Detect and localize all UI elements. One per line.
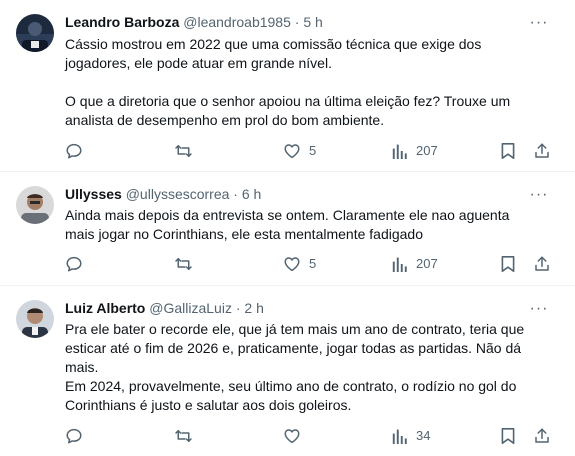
avatar[interactable] [16, 14, 54, 52]
reply-icon [65, 255, 83, 273]
tweet-text: Cássio mostrou em 2022 que uma comissão … [65, 35, 535, 130]
views-button[interactable]: 207 [392, 254, 438, 274]
tweet-actions: 5 207 [0, 141, 575, 161]
tweet-header: Luiz Alberto @GallizaLuiz · 2 h [65, 299, 264, 317]
tweet-text: Pra ele bater o recorde ele, que já tem … [65, 320, 535, 415]
more-icon[interactable]: ··· [529, 14, 549, 32]
views-button[interactable]: 207 [392, 141, 438, 161]
tweet-actions: 34 [0, 426, 575, 446]
more-icon[interactable]: ··· [529, 186, 549, 204]
views-count: 207 [416, 143, 438, 158]
views-icon [392, 142, 408, 160]
share-button[interactable] [533, 426, 551, 446]
display-name[interactable]: Leandro Barboza [65, 14, 179, 30]
share-icon [533, 427, 551, 445]
views-icon [392, 255, 408, 273]
timestamp[interactable]: 2 h [244, 300, 263, 316]
tweet-header: Ullysses @ullyssescorrea · 6 h [65, 185, 261, 203]
share-button[interactable] [533, 254, 551, 274]
tweet-paragraph: Cássio mostrou em 2022 que uma comissão … [65, 36, 482, 71]
like-count: 5 [309, 143, 317, 158]
timeline: Leandro Barboza @leandroab1985 · 5 h ···… [0, 0, 575, 456]
user-handle[interactable]: @leandroab1985 [183, 14, 291, 30]
display-name[interactable]: Ullysses [65, 186, 122, 202]
bookmark-icon [500, 142, 516, 160]
tweet-header: Leandro Barboza @leandroab1985 · 5 h [65, 13, 323, 31]
like-count: 5 [309, 256, 317, 271]
tweet[interactable]: Luiz Alberto @GallizaLuiz · 2 h ··· Pra … [0, 286, 575, 456]
tweet-actions: 5 207 [0, 254, 575, 274]
tweet-paragraph: Ainda mais depois da entrevista se ontem… [65, 207, 510, 242]
user-handle[interactable]: @GallizaLuiz [149, 300, 232, 316]
avatar[interactable] [16, 186, 54, 224]
tweet-paragraph: O que a diretoria que o senhor apoiou na… [65, 93, 511, 128]
like-button[interactable] [283, 426, 301, 446]
tweet[interactable]: Leandro Barboza @leandroab1985 · 5 h ···… [0, 0, 575, 172]
retweet-button[interactable] [174, 426, 193, 446]
separator-dot: · [233, 186, 238, 202]
retweet-button[interactable] [174, 254, 193, 274]
timestamp[interactable]: 5 h [303, 14, 322, 30]
share-button[interactable] [533, 141, 551, 161]
views-icon [392, 427, 408, 445]
reply-button[interactable] [65, 141, 83, 161]
bookmark-button[interactable] [500, 426, 516, 446]
bookmark-button[interactable] [500, 254, 516, 274]
user-handle[interactable]: @ullyssescorrea [126, 186, 230, 202]
reply-button[interactable] [65, 254, 83, 274]
like-button[interactable]: 5 [283, 254, 316, 274]
bookmark-icon [500, 255, 516, 273]
bookmark-icon [500, 427, 516, 445]
tweet[interactable]: Ullysses @ullyssescorrea · 6 h ··· Ainda… [0, 172, 575, 286]
more-icon[interactable]: ··· [529, 300, 549, 318]
views-count: 207 [416, 256, 438, 271]
share-icon [533, 255, 551, 273]
reply-button[interactable] [65, 426, 83, 446]
reply-icon [65, 427, 83, 445]
avatar[interactable] [16, 300, 54, 338]
views-button[interactable]: 34 [392, 426, 430, 446]
reply-icon [65, 142, 83, 160]
views-count: 34 [416, 428, 431, 443]
tweet-text: Ainda mais depois da entrevista se ontem… [65, 206, 535, 244]
bookmark-button[interactable] [500, 141, 516, 161]
like-icon [283, 255, 301, 273]
retweet-icon [174, 255, 193, 273]
separator-dot: · [235, 300, 241, 316]
share-icon [533, 142, 551, 160]
retweet-button[interactable] [174, 141, 193, 161]
display-name[interactable]: Luiz Alberto [65, 300, 145, 316]
like-icon [283, 427, 301, 445]
timestamp[interactable]: 6 h [242, 186, 261, 202]
separator-dot: · [294, 14, 300, 30]
tweet-paragraph: Em 2024, provavelmente, seu último ano d… [65, 378, 517, 413]
retweet-icon [174, 427, 193, 445]
retweet-icon [174, 142, 193, 160]
like-icon [283, 142, 301, 160]
tweet-paragraph: Pra ele bater o recorde ele, que já tem … [65, 321, 525, 375]
like-button[interactable]: 5 [283, 141, 316, 161]
